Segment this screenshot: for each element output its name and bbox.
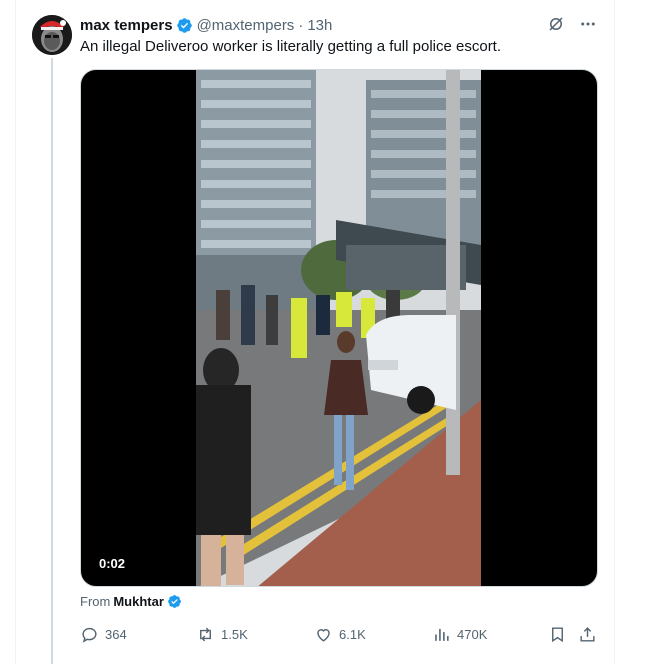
grok-icon[interactable] [546,14,566,34]
reply-icon [82,627,97,643]
timeline-border-left [15,0,16,664]
timestamp[interactable]: 13h [307,17,332,34]
tweet-actions: 364 1.5K 6.1K 470K [80,623,598,645]
reply-count: 364 [105,626,127,642]
source-name[interactable]: Mukhtar [113,594,164,609]
source-prefix: From [80,594,111,609]
verified-badge-icon [168,595,181,608]
verified-badge-icon [176,17,192,33]
repost-button[interactable]: 1.5K [196,623,248,645]
like-button[interactable]: 6.1K [314,623,366,645]
like-icon [317,628,330,642]
bookmark-icon [552,626,563,642]
tweet-text: An illegal Deliveroo worker is literally… [80,38,502,55]
video-source: From Mukhtar [80,594,186,609]
share-button[interactable] [578,623,597,645]
repost-count: 1.5K [221,626,248,642]
video-frame [196,70,481,586]
bookmark-button[interactable] [548,623,567,645]
views-button[interactable]: 470K [432,623,487,645]
separator: · [298,16,304,34]
handle[interactable]: @maxtempers [197,17,295,34]
share-icon [580,626,595,642]
tweet-header: max tempers @maxtempers · 13h [80,15,332,35]
tweet-top-actions [546,14,598,34]
timeline-border-right [614,0,615,664]
video-duration: 0:02 [93,554,132,573]
more-icon[interactable] [578,14,598,34]
avatar[interactable] [32,15,72,55]
display-name[interactable]: max tempers [80,17,173,34]
view-count: 470K [457,626,488,642]
repost-icon [200,627,211,641]
video-player[interactable]: 0:02 [80,69,598,587]
thread-line [51,58,53,664]
reply-button[interactable]: 364 [80,623,127,645]
views-icon [435,628,449,641]
like-count: 6.1K [339,626,366,642]
